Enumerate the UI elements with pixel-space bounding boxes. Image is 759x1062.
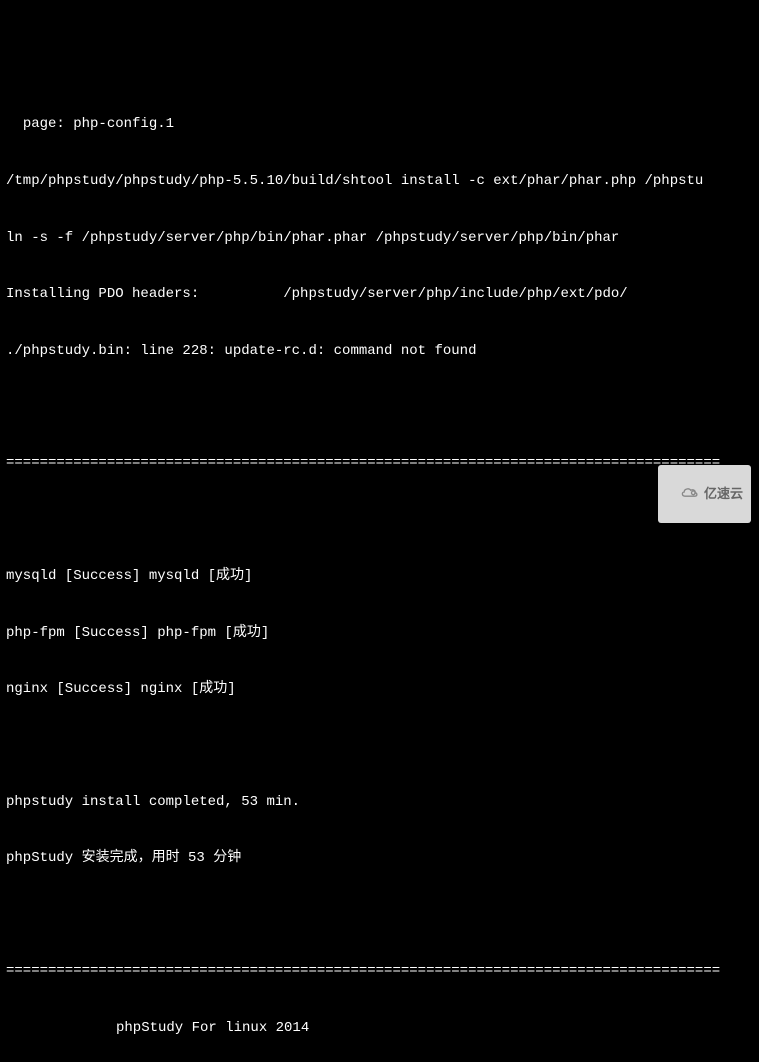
blank-line <box>6 399 753 417</box>
service-status-nginx: nginx [Success] nginx [成功] <box>6 680 753 699</box>
separator-line: ========================================… <box>6 962 753 981</box>
watermark: 亿速云 <box>658 465 751 523</box>
output-line: Installing PDO headers: /phpstudy/server… <box>6 285 753 304</box>
install-complete-cn: phpStudy 安装完成，用时 53 分钟 <box>6 849 753 868</box>
separator-line: ========================================… <box>6 454 753 473</box>
service-status-phpfpm: php-fpm [Success] php-fpm [成功] <box>6 624 753 643</box>
terminal-output: page: php-config.1 /tmp/phpstudy/phpstud… <box>6 78 753 1062</box>
install-complete-en: phpstudy install completed, 53 min. <box>6 793 753 812</box>
blank-line <box>6 906 753 924</box>
cloud-icon <box>666 467 700 521</box>
output-line: /tmp/phpstudy/phpstudy/php-5.5.10/build/… <box>6 172 753 191</box>
watermark-text: 亿速云 <box>704 485 743 503</box>
output-line: page: php-config.1 <box>6 115 753 134</box>
output-line: ln -s -f /phpstudy/server/php/bin/phar.p… <box>6 229 753 248</box>
service-status-mysqld: mysqld [Success] mysqld [成功] <box>6 567 753 586</box>
banner-title: phpStudy For linux 2014 <box>6 1019 753 1038</box>
output-line: ./phpstudy.bin: line 228: update-rc.d: c… <box>6 342 753 361</box>
blank-line <box>6 511 753 529</box>
blank-line <box>6 737 753 755</box>
